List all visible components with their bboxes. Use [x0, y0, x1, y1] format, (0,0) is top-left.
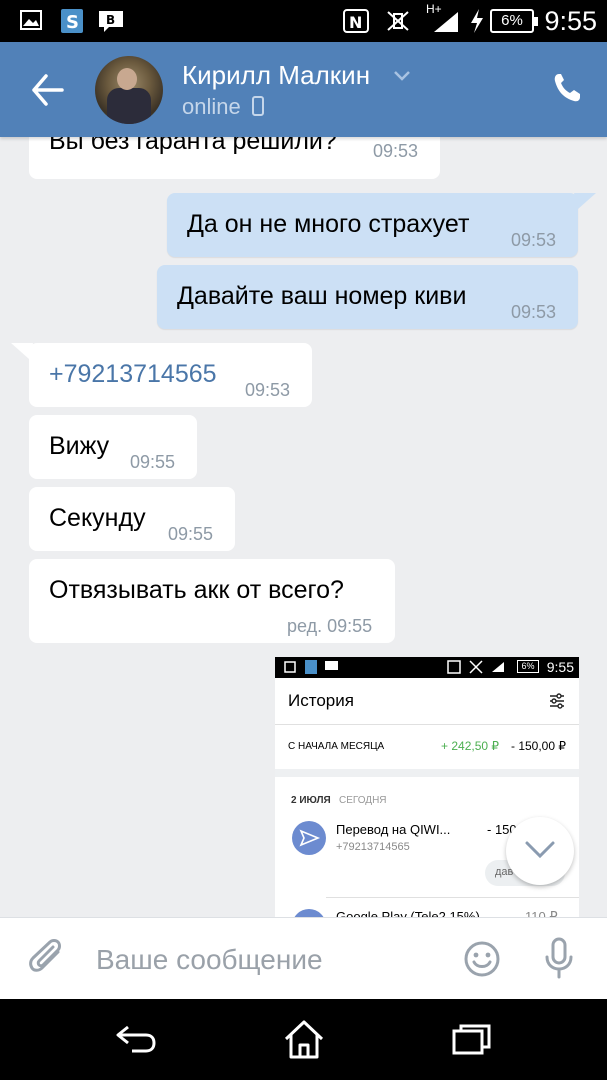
message-incoming[interactable]: Секунду 09:55	[29, 487, 235, 551]
battery-icon: 6%	[517, 660, 539, 673]
paperclip-icon[interactable]	[28, 938, 68, 980]
message-incoming[interactable]: Вижу 09:55	[29, 415, 197, 479]
date-sub-label: СЕГОДНЯ	[339, 795, 387, 806]
vibrate-icon	[387, 11, 409, 31]
bubble-tail	[574, 193, 596, 209]
transaction-amount: 110 ₽	[525, 909, 558, 917]
phone-icon[interactable]	[552, 72, 582, 104]
transaction-subtitle: +79213714565	[336, 841, 410, 853]
back-arrow-icon[interactable]	[28, 72, 68, 108]
nfc-icon	[447, 660, 461, 674]
signal-icon	[492, 662, 504, 672]
gallery-icon	[20, 10, 42, 30]
chat-header: Кирилл Малкин online	[0, 42, 607, 137]
s-app-icon	[305, 660, 317, 674]
message-outgoing[interactable]: Давайте ваш номер киви 09:53	[157, 265, 578, 329]
period-label: С НАЧАЛА МЕСЯЦА	[288, 741, 385, 752]
message-composer	[0, 917, 607, 999]
message-input[interactable]	[96, 940, 436, 980]
chevron-down-icon[interactable]	[393, 70, 411, 82]
attachment-status-bar: 6% 9:55	[275, 657, 579, 678]
gallery-icon	[284, 661, 296, 673]
message-notification-icon	[325, 661, 338, 670]
expense-amount: - 150,00 ₽	[511, 739, 567, 753]
chevron-down-icon	[525, 841, 555, 859]
nav-recent-apps-icon[interactable]	[452, 1023, 492, 1055]
system-navigation-bar	[0, 999, 607, 1080]
nav-back-icon[interactable]	[114, 1021, 158, 1057]
divider	[275, 724, 579, 725]
history-title: История	[288, 691, 354, 710]
status-time: 9:55	[544, 6, 597, 36]
filter-icon	[550, 693, 564, 709]
microphone-icon[interactable]	[543, 937, 575, 979]
nfc-icon: N	[343, 9, 369, 33]
emoji-icon[interactable]	[463, 940, 501, 978]
svg-text:B: B	[106, 13, 115, 27]
phone-number-link[interactable]: +79213714565	[49, 360, 217, 389]
message-outgoing[interactable]: Да он не много страхует 09:53	[167, 193, 578, 257]
message-incoming[interactable]: Отвязывать акк от всего? ред. 09:55	[29, 559, 395, 643]
edited-time: ред. 09:55	[287, 616, 373, 636]
scroll-down-button[interactable]	[506, 817, 574, 885]
divider	[275, 769, 579, 777]
transaction-title: Перевод на QIWI...	[336, 822, 451, 837]
mobile-icon	[251, 96, 264, 116]
svg-text:S: S	[66, 12, 79, 33]
message-list[interactable]: Вы без гаранта решили? 09:53 Да он не мн…	[0, 137, 607, 917]
vibrate-icon	[469, 660, 483, 674]
date-label: 2 ИЮЛЯ	[291, 795, 331, 806]
contact-status: online	[182, 94, 265, 120]
transfer-icon	[292, 821, 326, 855]
message-incoming[interactable]: Вы без гаранта решили? 09:53	[29, 137, 440, 179]
signal-icon	[434, 12, 458, 32]
svg-text:N: N	[349, 13, 362, 32]
battery-icon: 6%	[490, 9, 538, 33]
nav-home-icon[interactable]	[282, 1017, 326, 1061]
charging-icon	[471, 9, 483, 33]
income-amount: + 242,50 ₽	[441, 739, 500, 753]
status-bar: S B N H+ 6% 9:55	[0, 0, 607, 42]
message-incoming[interactable]: +79213714565 09:53	[29, 343, 312, 407]
message-notification-icon: B	[99, 11, 123, 32]
divider	[326, 897, 579, 898]
avatar[interactable]	[95, 56, 163, 124]
contact-name[interactable]: Кирилл Малкин	[182, 60, 370, 91]
s-app-icon: S	[61, 9, 83, 33]
transaction-icon	[292, 909, 326, 917]
transaction-title: Google Play (Tele2 15%)	[336, 909, 480, 917]
